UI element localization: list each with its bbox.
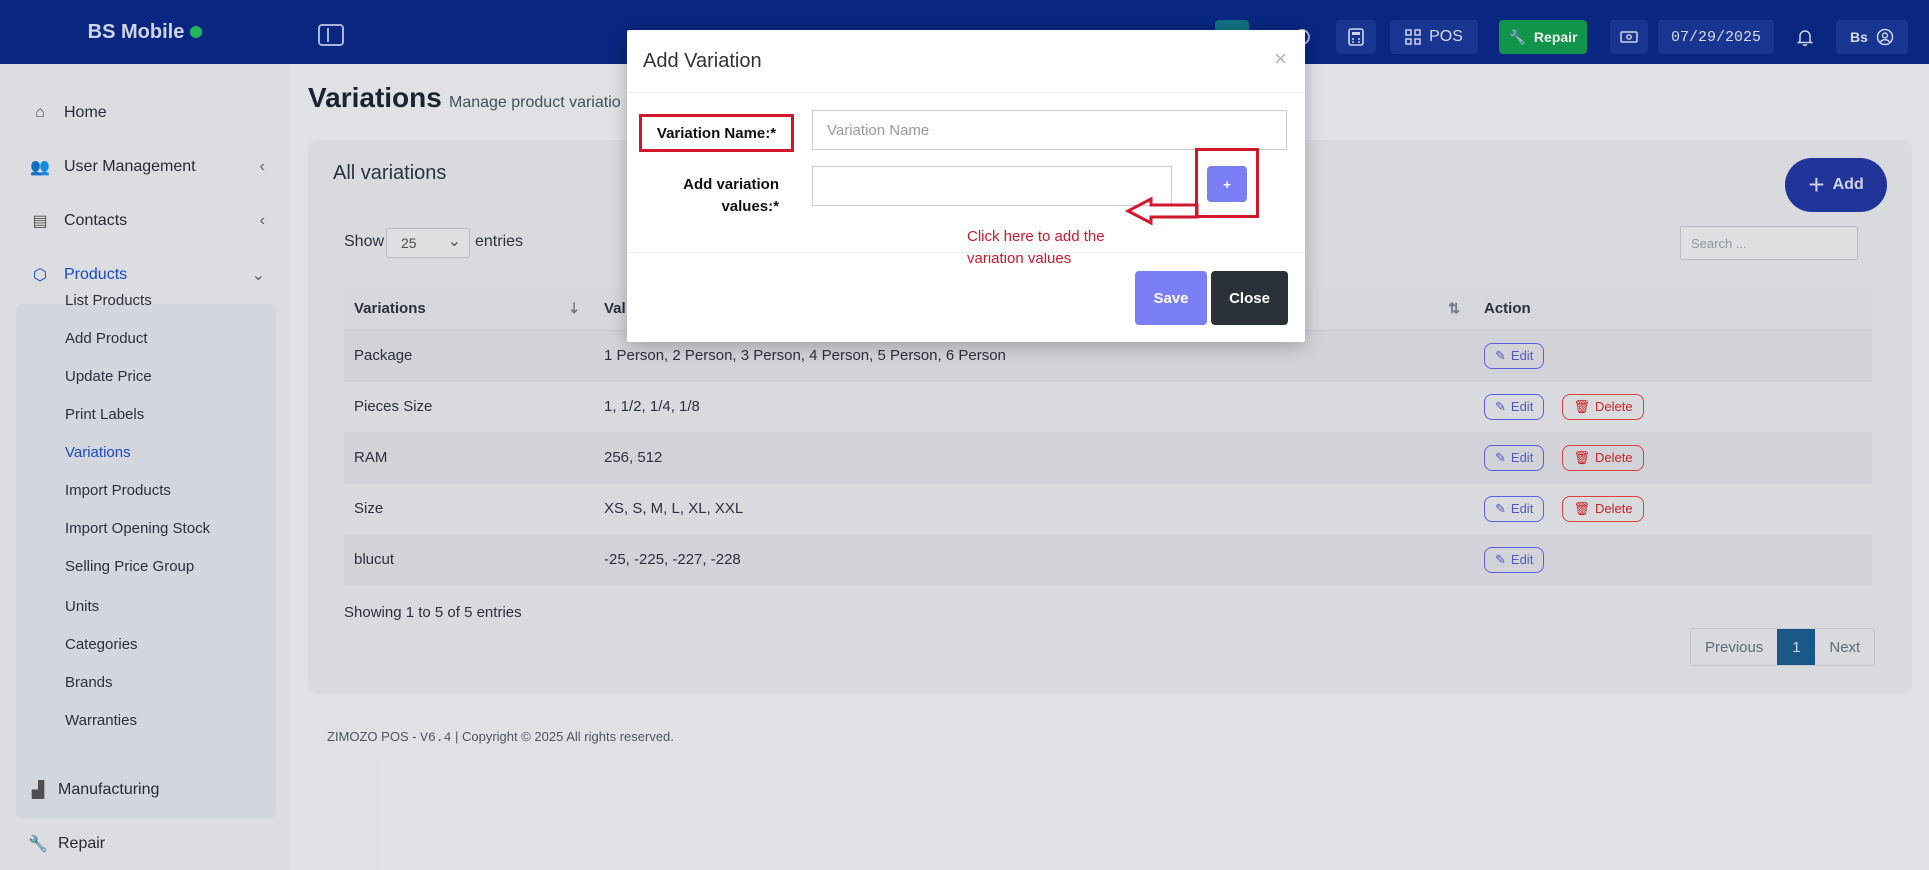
annotation-arrow-icon: [1125, 196, 1199, 226]
divider: [627, 252, 1305, 253]
add-variation-modal: Add Variation × Variation Name:* Variati…: [627, 30, 1305, 342]
variation-values-input[interactable]: [812, 166, 1172, 206]
variation-name-label: Variation Name:*: [639, 114, 794, 152]
close-icon[interactable]: ×: [1274, 46, 1287, 72]
variation-values-label-line2: values:*: [721, 198, 779, 215]
variation-values-label-line1: Add variation: [683, 176, 779, 193]
modal-title: Add Variation: [643, 50, 762, 72]
save-button[interactable]: Save: [1135, 271, 1207, 325]
close-button[interactable]: Close: [1211, 271, 1288, 325]
annotation-text: Click here to add the variation values: [967, 228, 1105, 267]
variation-values-label: Add variation values:*: [657, 174, 779, 218]
divider: [627, 92, 1305, 93]
add-value-button[interactable]: +: [1207, 166, 1247, 202]
variation-name-input[interactable]: Variation Name: [812, 110, 1287, 150]
